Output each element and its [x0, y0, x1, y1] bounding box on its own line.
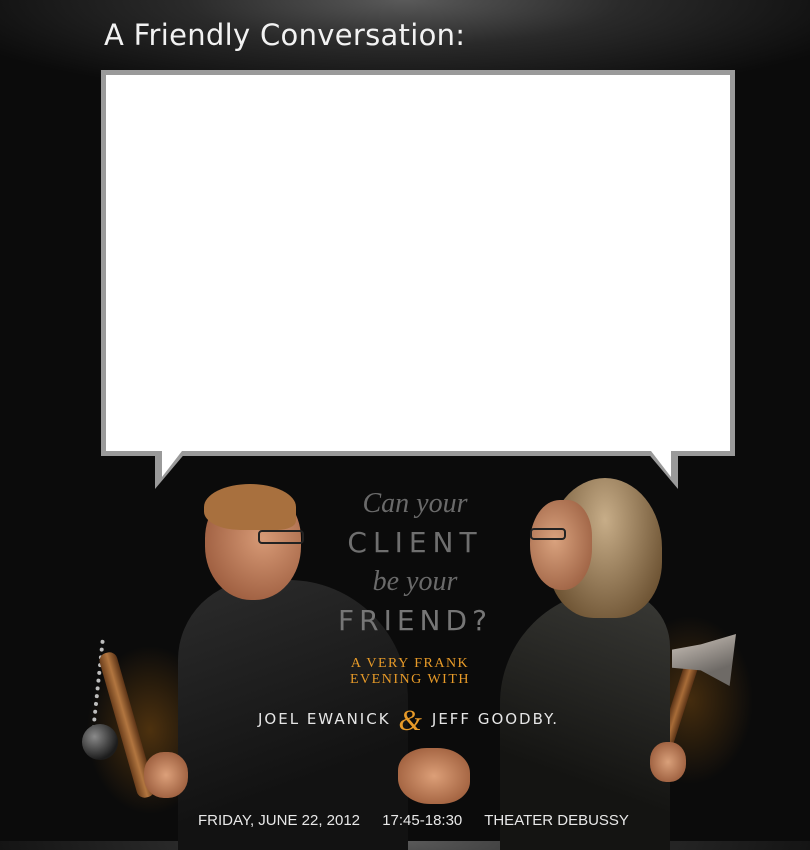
- headline-be-your: be your: [372, 566, 458, 597]
- right-person-glasses: [530, 528, 566, 540]
- speaker-left-name: JOEL EWANICK: [258, 710, 391, 728]
- speech-bubble-tail-right-fill: [651, 451, 671, 477]
- right-person-face: [530, 500, 592, 590]
- handshake: [398, 748, 470, 804]
- left-person-hand-mace: [144, 752, 188, 798]
- headline-can-your: Can your: [362, 488, 468, 519]
- page-title: A Friendly Conversation:: [104, 18, 466, 52]
- tagline-line-2: EVENING WITH: [350, 672, 470, 687]
- event-time: 17:45-18:30: [382, 812, 463, 829]
- event-date: FRIDAY, JUNE 22, 2012: [198, 812, 361, 829]
- speaker-names: JOEL EWANICK & JEFF GOODBY.: [258, 698, 588, 737]
- left-person-hair: [204, 484, 296, 530]
- ampersand: &: [398, 704, 424, 737]
- speech-bubble-tail-left-fill: [162, 451, 182, 477]
- headline-client: CLIENT: [347, 526, 483, 559]
- headline-friend: FRIEND?: [338, 604, 492, 637]
- mace-spiked-ball: [82, 724, 118, 760]
- speech-bubble: [101, 70, 735, 456]
- speaker-right-name: JEFF GOODBY.: [431, 710, 559, 728]
- tagline-line-1: A VERY FRANK: [350, 656, 470, 671]
- event-venue: THEATER DEBUSSY: [484, 812, 629, 829]
- left-person-glasses: [258, 530, 304, 544]
- right-person-hand-axe: [650, 742, 686, 782]
- event-info: FRIDAY, JUNE 22, 2012 17:45-18:30 THEATE…: [198, 812, 658, 829]
